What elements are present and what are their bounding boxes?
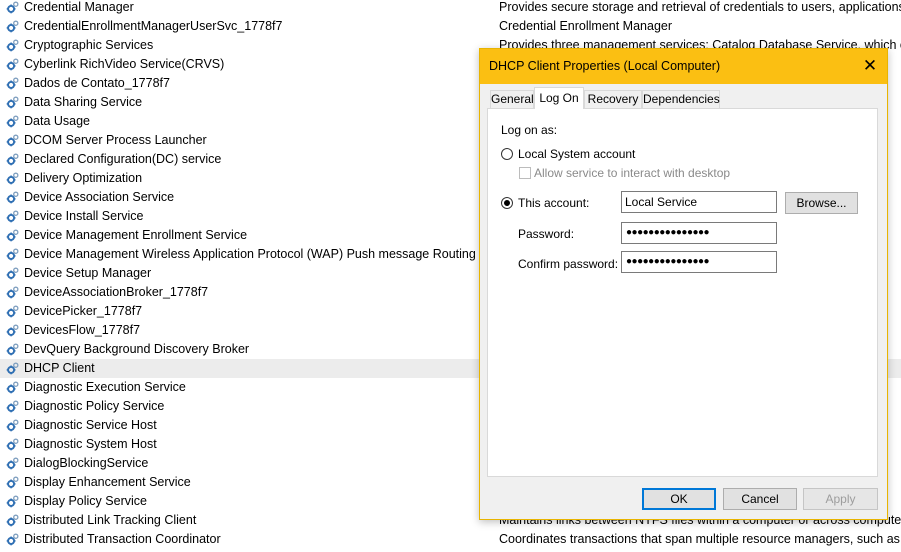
- gear-icon: [5, 228, 20, 243]
- gear-icon: [5, 114, 20, 129]
- local-system-label[interactable]: Local System account: [518, 147, 635, 161]
- local-system-radio[interactable]: [501, 148, 513, 160]
- service-name: DialogBlockingService: [24, 456, 149, 470]
- service-name: CredentialEnrollmentManagerUserSvc_1778f…: [24, 19, 283, 33]
- service-row[interactable]: Distributed Transaction Coordinator Coord…: [0, 530, 901, 549]
- cancel-button[interactable]: Cancel: [723, 488, 797, 510]
- log-on-panel: Log on as: Local System account Allow se…: [487, 108, 878, 477]
- service-name: DevQuery Background Discovery Broker: [24, 342, 250, 356]
- gear-icon: [5, 19, 20, 34]
- gear-icon: [5, 437, 20, 452]
- service-description: Credential Enrollment Manager: [499, 19, 673, 33]
- service-name: DevicePicker_1778f7: [24, 304, 143, 318]
- service-name: Device Association Service: [24, 190, 175, 204]
- service-description: Provides secure storage and retrieval of…: [499, 0, 901, 14]
- gear-icon: [5, 57, 20, 72]
- gear-icon: [5, 171, 20, 186]
- interact-desktop-checkbox: [519, 167, 531, 179]
- tab-log-on[interactable]: Log On: [534, 87, 584, 109]
- tab-recovery[interactable]: Recovery: [584, 90, 642, 108]
- service-name: Device Management Wireless Application P…: [24, 247, 484, 261]
- gear-icon: [5, 532, 20, 547]
- gear-icon: [5, 266, 20, 281]
- service-name: Diagnostic System Host: [24, 437, 157, 451]
- gear-icon: [5, 475, 20, 490]
- close-icon[interactable]: ✕: [853, 49, 887, 84]
- ok-button[interactable]: OK: [642, 488, 716, 510]
- this-account-label[interactable]: This account:: [518, 196, 589, 210]
- gear-icon: [5, 95, 20, 110]
- gear-icon: [5, 0, 20, 15]
- service-row[interactable]: CredentialEnrollmentManagerUserSvc_1778f…: [0, 17, 901, 36]
- gear-icon: [5, 285, 20, 300]
- service-name: DHCP Client: [24, 361, 95, 375]
- browse-button[interactable]: Browse...: [785, 192, 858, 214]
- service-name: Device Install Service: [24, 209, 144, 223]
- gear-icon: [5, 342, 20, 357]
- service-name: Display Policy Service: [24, 494, 147, 508]
- service-name: Distributed Transaction Coordinator: [24, 532, 221, 546]
- properties-dialog: DHCP Client Properties (Local Computer) …: [479, 48, 888, 520]
- service-name: Delivery Optimization: [24, 171, 143, 185]
- gear-icon: [5, 456, 20, 471]
- service-name: Diagnostic Policy Service: [24, 399, 165, 413]
- gear-icon: [5, 494, 20, 509]
- gear-icon: [5, 380, 20, 395]
- gear-icon: [5, 133, 20, 148]
- gear-icon: [5, 399, 20, 414]
- dialog-titlebar[interactable]: DHCP Client Properties (Local Computer) …: [480, 49, 887, 84]
- service-name: DevicesFlow_1778f7: [24, 323, 141, 337]
- apply-button: Apply: [803, 488, 878, 510]
- tab-dependencies[interactable]: Dependencies: [642, 90, 720, 108]
- service-row[interactable]: Credential Manager Provides secure storag…: [0, 0, 901, 17]
- gear-icon: [5, 361, 20, 376]
- service-name: Cryptographic Services: [24, 38, 154, 52]
- this-account-radio[interactable]: [501, 197, 513, 209]
- service-name: DeviceAssociationBroker_1778f7: [24, 285, 209, 299]
- tab-general[interactable]: General: [490, 90, 534, 108]
- service-name: Device Setup Manager: [24, 266, 152, 280]
- confirm-password-input[interactable]: ●●●●●●●●●●●●●●●: [621, 251, 777, 273]
- service-name: Cyberlink RichVideo Service(CRVS): [24, 57, 225, 71]
- gear-icon: [5, 323, 20, 338]
- service-name: Distributed Link Tracking Client: [24, 513, 197, 527]
- service-name: Device Management Enrollment Service: [24, 228, 248, 242]
- service-name: Data Sharing Service: [24, 95, 143, 109]
- gear-icon: [5, 190, 20, 205]
- gear-icon: [5, 152, 20, 167]
- service-name: Diagnostic Service Host: [24, 418, 157, 432]
- log-on-as-label: Log on as:: [501, 123, 558, 137]
- confirm-password-label: Confirm password:: [518, 257, 619, 271]
- service-name: Display Enhancement Service: [24, 475, 191, 489]
- gear-icon: [5, 38, 20, 53]
- gear-icon: [5, 304, 20, 319]
- gear-icon: [5, 418, 20, 433]
- service-name: Declared Configuration(DC) service: [24, 152, 222, 166]
- gear-icon: [5, 513, 20, 528]
- service-name: Data Usage: [24, 114, 91, 128]
- service-name: Dados de Contato_1778f7: [24, 76, 170, 90]
- password-input[interactable]: ●●●●●●●●●●●●●●●: [621, 222, 777, 244]
- gear-icon: [5, 247, 20, 262]
- service-name: Diagnostic Execution Service: [24, 380, 186, 394]
- service-description: Coordinates transactions that span multi…: [499, 532, 901, 546]
- service-name: DCOM Server Process Launcher: [24, 133, 207, 147]
- interact-desktop-label: Allow service to interact with desktop: [534, 166, 731, 180]
- gear-icon: [5, 209, 20, 224]
- dialog-title: DHCP Client Properties (Local Computer): [489, 59, 721, 73]
- password-label: Password:: [518, 227, 575, 241]
- service-name: Credential Manager: [24, 0, 134, 14]
- account-input[interactable]: Local Service: [621, 191, 777, 213]
- gear-icon: [5, 76, 20, 91]
